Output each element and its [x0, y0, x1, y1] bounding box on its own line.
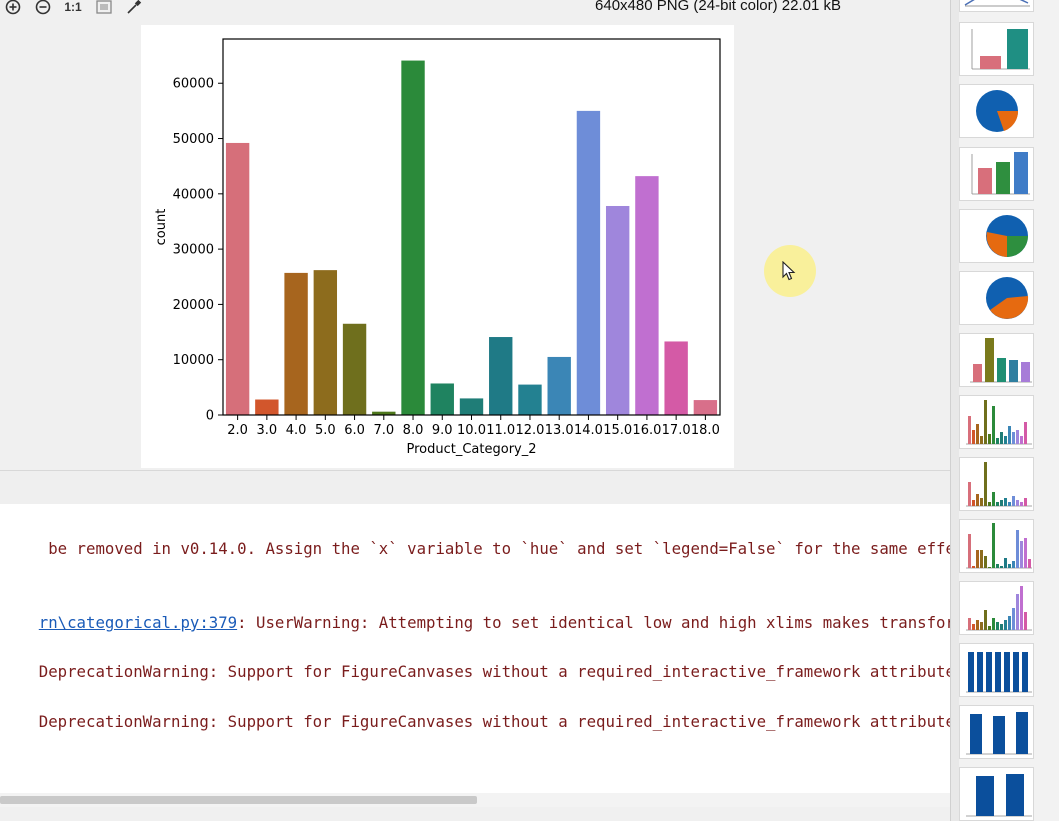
thumb-bar-three[interactable]	[959, 147, 1034, 201]
bar	[313, 270, 338, 415]
fit-window-button[interactable]	[95, 0, 113, 15]
thumb-pie-3[interactable]	[959, 271, 1034, 325]
bar	[459, 398, 484, 415]
x-tick-label: 18.0	[691, 423, 720, 438]
horizontal-scrollbar-thumb[interactable]	[0, 796, 477, 804]
viewer-toolbar: 1:1 640x480 PNG (24-bit color) 22.01 kB	[0, 0, 950, 16]
y-tick-label: 0	[206, 409, 214, 424]
eyedropper-icon	[127, 0, 142, 14]
bar	[342, 323, 367, 415]
bar	[635, 176, 659, 415]
thumbnail-strip[interactable]	[959, 0, 1059, 821]
bar	[664, 341, 688, 415]
thumb-bar-multi-1[interactable]	[959, 333, 1034, 387]
plot-image: 0 10000 20000 30000 40000 50000 60000 2.0 3.0 4.0…	[141, 25, 734, 468]
horizontal-scrollbar[interactable]	[0, 793, 950, 807]
x-tick-label: 11.0	[486, 423, 515, 438]
zoom-out-button[interactable]	[34, 0, 52, 15]
actual-size-button[interactable]: 1:1	[63, 0, 83, 15]
thumb-histogram[interactable]	[959, 0, 1034, 12]
y-tick-label: 60000	[173, 77, 214, 92]
x-tick-label: 2.0	[227, 423, 248, 438]
thumb-bar-multi-2[interactable]	[959, 395, 1034, 449]
bar	[693, 400, 718, 415]
x-tick-label: 7.0	[373, 423, 394, 438]
eyedropper-button[interactable]	[125, 0, 143, 15]
thumb-pie-1[interactable]	[959, 84, 1034, 138]
source-file-link[interactable]: rn\categorical.py:379	[39, 613, 237, 632]
bar	[489, 337, 513, 415]
console-line: DeprecationWarning: Support for FigureCa…	[38, 662, 950, 681]
thumb-bar-multi-5[interactable]	[959, 581, 1034, 635]
x-tick-label: 14.0	[574, 423, 603, 438]
actual-size-label: 1:1	[64, 0, 82, 14]
console-line: DeprecationWarning: Support for FigureCa…	[38, 712, 950, 731]
bar	[225, 142, 250, 415]
y-tick-label: 50000	[173, 132, 214, 147]
thumb-bar-blue-3[interactable]	[959, 767, 1034, 821]
x-tick-label: 12.0	[515, 423, 544, 438]
image-info-label: 640x480 PNG (24-bit color) 22.01 kB	[595, 0, 841, 14]
bar	[430, 383, 454, 415]
thumb-bar-two[interactable]	[959, 22, 1034, 76]
x-tick-label: 17.0	[662, 423, 691, 438]
x-tick-label: 3.0	[257, 423, 278, 438]
mouse-pointer-icon	[782, 261, 796, 281]
x-tick-label: 5.0	[315, 423, 336, 438]
y-tick-label: 30000	[173, 243, 214, 258]
x-tick-label: 9.0	[432, 423, 453, 438]
x-tick-label: 15.0	[603, 423, 632, 438]
y-tick-label: 10000	[173, 353, 214, 368]
bar	[518, 384, 542, 415]
bar-chart: 0 10000 20000 30000 40000 50000 60000 2.0 3.0 4.0…	[154, 38, 721, 457]
bar	[576, 110, 601, 415]
x-tick-label: 4.0	[286, 423, 307, 438]
x-tick-label: 10.0	[457, 423, 486, 438]
thumb-bar-blue-1[interactable]	[959, 643, 1034, 697]
y-tick-label: 20000	[173, 298, 214, 313]
y-axis-label: count	[154, 209, 169, 246]
console-output: be removed in v0.14.0. Assign the `x` va…	[0, 504, 950, 793]
fit-window-icon	[96, 0, 112, 14]
bar	[605, 205, 630, 415]
thumb-bar-blue-2[interactable]	[959, 705, 1034, 759]
console-line: be removed in v0.14.0. Assign the `x` va…	[38, 539, 950, 558]
zoom-out-icon	[35, 0, 51, 15]
zoom-in-icon	[5, 0, 21, 15]
x-tick-label: 6.0	[344, 423, 365, 438]
x-tick-label: 8.0	[403, 423, 424, 438]
thumb-bar-multi-3[interactable]	[959, 457, 1034, 511]
zoom-in-button[interactable]	[4, 0, 22, 15]
panel-splitter[interactable]	[0, 470, 950, 505]
bar	[401, 60, 425, 416]
y-tick-label: 40000	[173, 187, 214, 202]
bar	[284, 272, 308, 415]
bar	[547, 356, 571, 415]
x-tick-label: 16.0	[632, 423, 661, 438]
x-axis-label: Product_Category_2	[406, 442, 536, 457]
thumb-bar-multi-4[interactable]	[959, 519, 1034, 573]
thumb-pie-2[interactable]	[959, 209, 1034, 263]
x-tick-label: 13.0	[545, 423, 574, 438]
bar	[255, 399, 279, 415]
image-viewer-canvas[interactable]: 0 10000 20000 30000 40000 50000 60000 2.0 3.0 4.0…	[0, 16, 950, 470]
